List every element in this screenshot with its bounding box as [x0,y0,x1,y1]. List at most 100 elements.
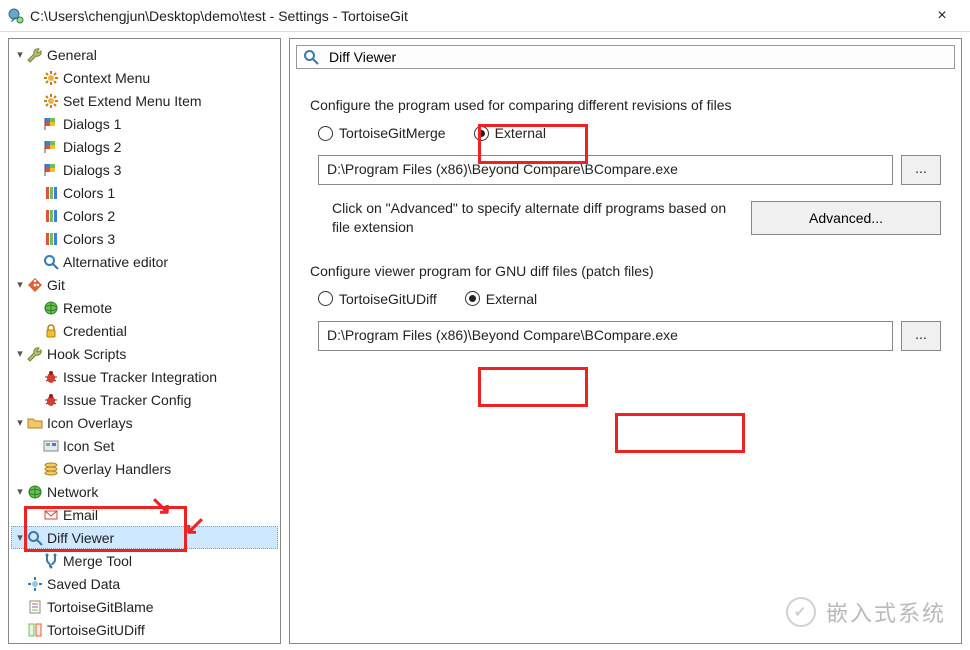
chevron-down-icon[interactable]: ▾ [13,347,27,360]
tree-item-label: Colors 1 [63,185,115,201]
tree-item-tortoisegitblame[interactable]: ▸TortoiseGitBlame [11,595,278,618]
tree-item-set-extend-menu[interactable]: ▸Set Extend Menu Item [11,89,278,112]
chevron-down-icon[interactable]: ▾ [13,278,27,291]
flag-icon [43,116,59,132]
git-icon [27,277,43,293]
sec1-radio-row: TortoiseGitMerge External [318,125,941,141]
tree-item-overlay-handlers[interactable]: ▸Overlay Handlers [11,457,278,480]
tree-item-label: Icon Overlays [47,415,133,431]
watermark-icon: ✔ [786,597,816,627]
diff-program-path-input[interactable]: D:\Program Files (x86)\Beyond Compare\BC… [318,155,893,185]
palette-icon [43,208,59,224]
merge-icon [43,553,59,569]
tree-item-icon-overlays[interactable]: ▾ Icon Overlays [11,411,278,434]
flag-icon [43,139,59,155]
panel-title-text: Diff Viewer [329,49,396,65]
sec1-hint: Click on "Advanced" to specify alternate… [332,199,735,237]
tree-item-tortoisegitudiff[interactable]: ▸TortoiseGitUDiff [11,618,278,641]
titlebar: C:\Users\chengjun\Desktop\demo\test - Se… [0,0,970,32]
mag-icon [43,254,59,270]
tree-item-label: TortoiseGitUDiff [47,622,145,638]
udiff-icon [27,622,43,638]
globe-icon [27,484,43,500]
chevron-down-icon[interactable]: ▾ [13,531,27,544]
chevron-down-icon[interactable]: ▾ [13,485,27,498]
tree-item-email[interactable]: ▸Email [11,503,278,526]
bug-icon [43,369,59,385]
tree-item-label: Set Extend Menu Item [63,93,202,109]
tree-item-general[interactable]: ▾ General [11,43,278,66]
tree-item-label: General [47,47,97,63]
tree-item-git[interactable]: ▾Git [11,273,278,296]
palette-icon [43,231,59,247]
tree-item-label: Credential [63,323,127,339]
iconset-icon [43,438,59,454]
tree-item-label: Overlay Handlers [63,461,171,477]
tree-item-remote[interactable]: ▸Remote [11,296,278,319]
tree-item-merge-tool[interactable]: ▸Merge Tool [11,549,278,572]
highlight-box [478,367,588,407]
tree-item-label: Colors 3 [63,231,115,247]
tree-item-colors-1[interactable]: ▸Colors 1 [11,181,278,204]
tree-item-label: Dialogs 1 [63,116,121,132]
tree-item-issue-tracker-cfg[interactable]: ▸Issue Tracker Config [11,388,278,411]
tree-item-diff-viewer[interactable]: ▾ Diff Viewer [11,526,278,549]
patch-viewer-path-input[interactable]: D:\Program Files (x86)\Beyond Compare\BC… [318,321,893,351]
tree-item-label: Colors 2 [63,208,115,224]
advanced-button[interactable]: Advanced... [751,201,941,235]
browse-button-1[interactable]: ... [901,155,941,185]
settings-tree[interactable]: ▾ General ▸Context Menu▸Set Extend Menu It… [8,38,281,644]
tree-item-label: Remote [63,300,112,316]
magnifier-icon [303,49,319,65]
close-button[interactable]: × [922,7,962,25]
tree-item-label: Alternative editor [63,254,168,270]
blame-icon [27,599,43,615]
radio-icon [465,291,480,306]
tree-item-colors-3[interactable]: ▸Colors 3 [11,227,278,250]
tree-item-dialogs-1[interactable]: ▸Dialogs 1 [11,112,278,135]
tree-item-label: Email [63,507,98,523]
tree-item-label: Network [47,484,98,500]
folder-icon [27,415,43,431]
chevron-down-icon[interactable]: ▾ [13,48,27,61]
browse-button-2[interactable]: ... [901,321,941,351]
tree-item-hook-scripts[interactable]: ▾ Hook Scripts [11,342,278,365]
radio-external-2[interactable]: External [465,291,537,307]
globe-icon [43,300,59,316]
tree-item-advanced[interactable]: ▸Advanced [11,641,278,644]
app-icon [8,8,24,24]
radio-tortoisegitudiff[interactable]: TortoiseGitUDiff [318,291,437,307]
tree-item-icon-set[interactable]: ▸Icon Set [11,434,278,457]
tree-item-network[interactable]: ▾ Network [11,480,278,503]
gear-icon [43,93,59,109]
settings-panel: Diff Viewer Configure the program used f… [289,38,962,644]
tree-item-context-menu[interactable]: ▸Context Menu [11,66,278,89]
sec2-radio-row: TortoiseGitUDiff External [318,291,941,307]
tree-item-dialogs-3[interactable]: ▸Dialogs 3 [11,158,278,181]
tree-item-colors-2[interactable]: ▸Colors 2 [11,204,278,227]
radio-tortoisegitmerge[interactable]: TortoiseGitMerge [318,125,446,141]
radio-external-1[interactable]: External [474,125,546,141]
chevron-down-icon[interactable]: ▾ [13,416,27,429]
radio-label: External [495,125,546,141]
tree-item-label: TortoiseGitBlame [47,599,154,615]
tree-item-label: Diff Viewer [47,530,114,546]
radio-label: TortoiseGitUDiff [339,291,437,307]
tree-item-label: Hook Scripts [47,346,126,362]
bug-icon [43,392,59,408]
tree-item-issue-tracker-int[interactable]: ▸Issue Tracker Integration [11,365,278,388]
wrench-icon [27,47,43,63]
tree-item-label: Saved Data [47,576,120,592]
tree-item-saved-data[interactable]: ▸Saved Data [11,572,278,595]
tree-item-alt-editor[interactable]: ▸Alternative editor [11,250,278,273]
gear2-icon [27,576,43,592]
tree-item-dialogs-2[interactable]: ▸Dialogs 2 [11,135,278,158]
mag-icon [27,530,43,546]
sec2-heading: Configure viewer program for GNU diff fi… [310,263,941,279]
highlight-box [615,413,745,453]
radio-icon [474,126,489,141]
tree-item-label: Issue Tracker Config [63,392,191,408]
tree-item-label: Dialogs 2 [63,139,121,155]
tree-item-credential[interactable]: ▸Credential [11,319,278,342]
radio-icon [318,126,333,141]
